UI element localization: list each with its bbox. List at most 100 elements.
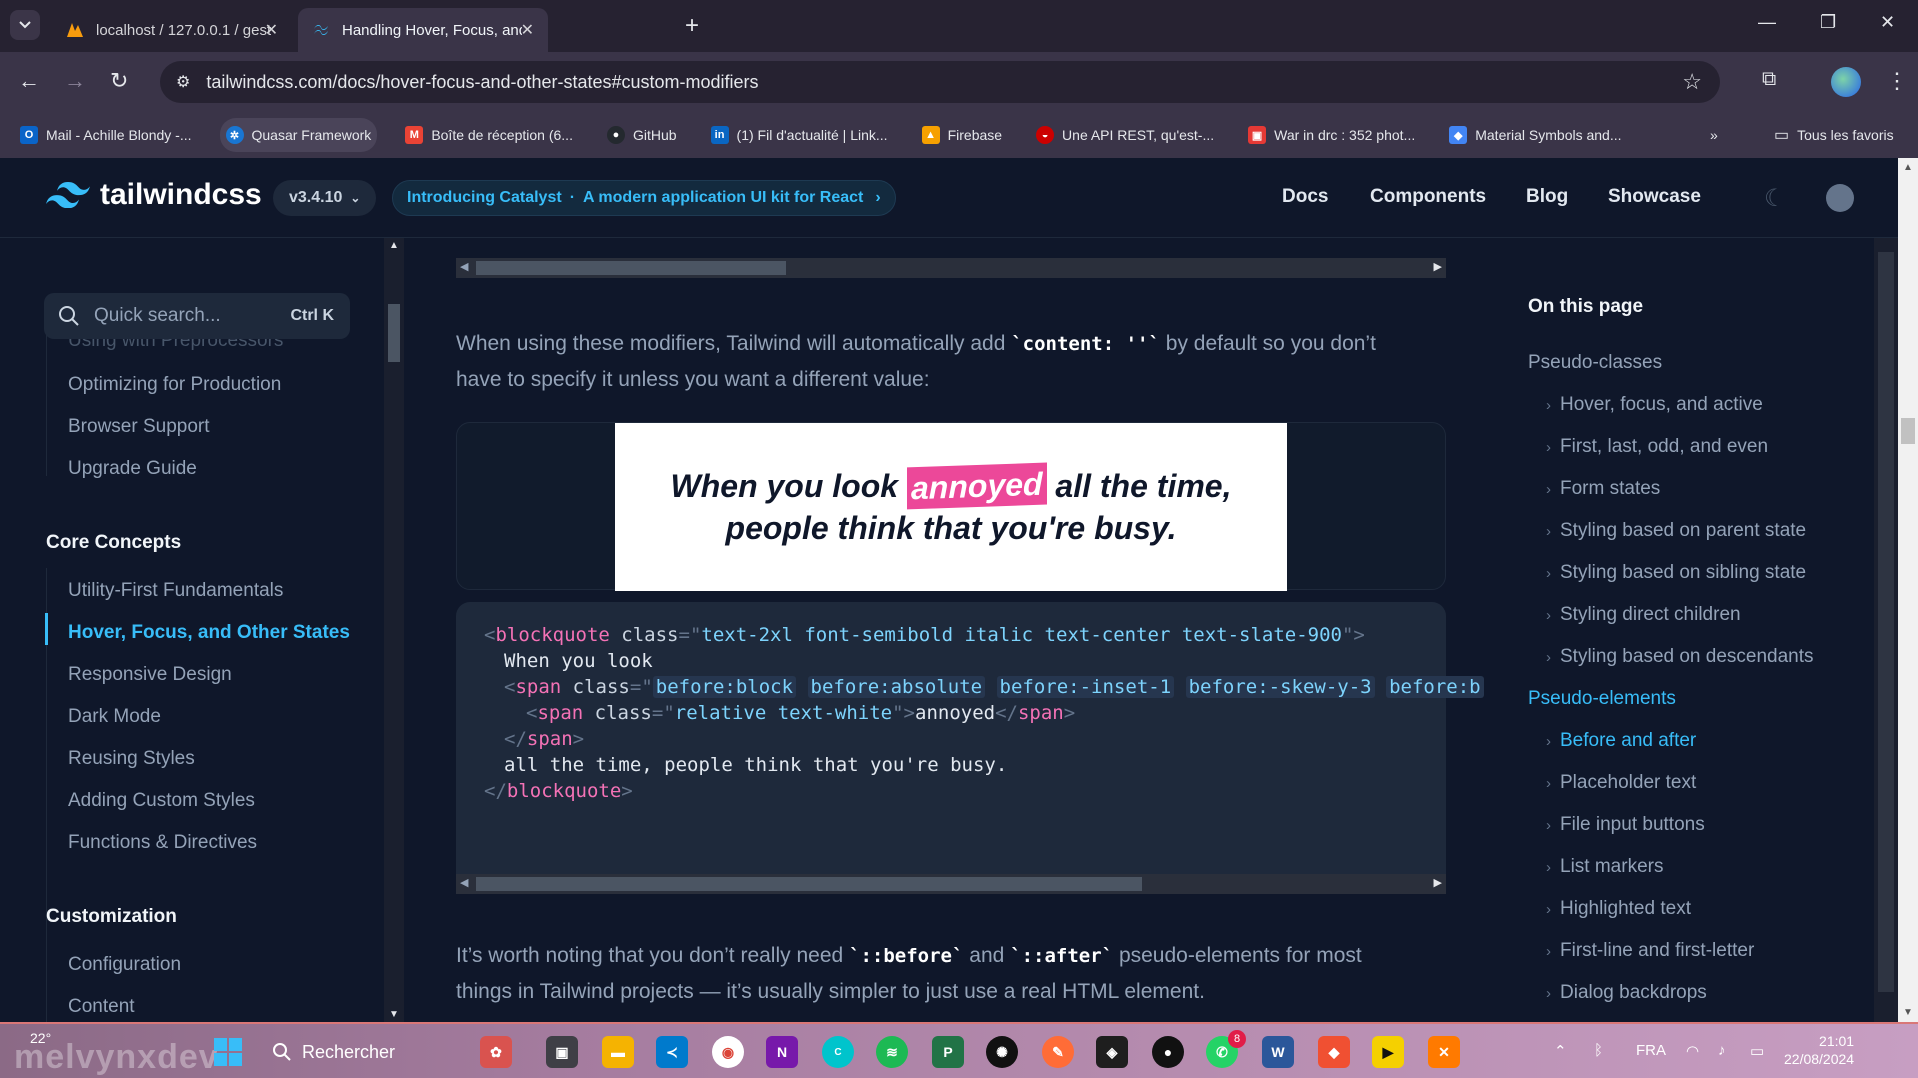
bookmark-github[interactable]: ● GitHub	[601, 118, 683, 152]
scrollbar-thumb[interactable]	[476, 877, 1142, 891]
scroll-left-icon[interactable]: ◀	[460, 260, 468, 273]
nav-docs[interactable]: Docs	[1282, 186, 1328, 208]
task-view-icon[interactable]: ▣	[546, 1036, 578, 1068]
toc-item[interactable]: › Styling direct children	[1546, 604, 1741, 626]
scroll-up-icon[interactable]: ▲	[1903, 162, 1913, 173]
spotify-icon[interactable]: ≋	[876, 1036, 908, 1068]
quick-search-button[interactable]: Quick search... Ctrl K	[44, 293, 350, 339]
toc-item[interactable]: › File input buttons	[1546, 814, 1705, 836]
new-tab-button[interactable]: +	[685, 12, 699, 40]
file-explorer-icon[interactable]: ▬	[602, 1036, 634, 1068]
bookmark-gmail[interactable]: M Boîte de réception (6...	[399, 118, 579, 152]
sidebar-scrollbar[interactable]: ▲ ▼	[384, 238, 404, 1022]
toc-item[interactable]: › Hover, focus, and active	[1546, 394, 1763, 416]
scroll-down-icon[interactable]: ▼	[389, 1009, 399, 1020]
github-icon[interactable]	[1826, 184, 1854, 212]
code-hscrollbar[interactable]: ◀ ▶	[456, 258, 1446, 278]
toc-item[interactable]: › Styling based on sibling state	[1546, 562, 1806, 584]
scroll-left-icon[interactable]: ◀	[460, 876, 468, 889]
forward-arrow-icon[interactable]: →	[64, 68, 86, 94]
star-bookmark-icon[interactable]: ☆	[1682, 69, 1702, 95]
toc-item[interactable]: › Placeholder text	[1546, 772, 1696, 794]
github-desktop-icon[interactable]: ●	[1152, 1036, 1184, 1068]
bluetooth-icon[interactable]: ᛒ	[1594, 1042, 1603, 1059]
scrollbar-thumb[interactable]	[388, 304, 400, 362]
main-scrollbar[interactable]	[1874, 238, 1898, 1022]
scrollbar-thumb[interactable]	[1901, 418, 1915, 444]
nav-blog[interactable]: Blog	[1526, 186, 1568, 208]
sidebar-item-functions[interactable]: Functions & Directives	[68, 832, 257, 854]
system-clock[interactable]: 21:01 22/08/2024	[1784, 1032, 1854, 1068]
site-info-icon[interactable]: ⚙	[176, 72, 190, 92]
restore-button[interactable]: ❐	[1820, 12, 1836, 33]
scroll-right-icon[interactable]: ▶	[1434, 876, 1442, 889]
bookmark-firebase[interactable]: ▲ Firebase	[916, 118, 1008, 152]
scroll-up-icon[interactable]: ▲	[389, 240, 399, 251]
scrollbar-thumb[interactable]	[1878, 252, 1894, 992]
catalyst-promo-link[interactable]: Introducing Catalyst · A modern applicat…	[392, 180, 896, 216]
wifi-icon[interactable]: ◠	[1686, 1042, 1699, 1060]
vscode-icon[interactable]: ≺	[656, 1036, 688, 1068]
sidebar-item-browser-support[interactable]: Browser Support	[68, 416, 210, 438]
sidebar-item-reusing-styles[interactable]: Reusing Styles	[68, 748, 195, 770]
bookmark-material-symbols[interactable]: ◆ Material Symbols and...	[1443, 118, 1627, 152]
close-window-button[interactable]: ✕	[1880, 12, 1895, 33]
vlc-player-icon[interactable]: ▶	[1372, 1036, 1404, 1068]
scroll-down-icon[interactable]: ▼	[1903, 1007, 1913, 1018]
sidebar-item-configuration[interactable]: Configuration	[68, 954, 181, 976]
battery-icon[interactable]: ▭	[1750, 1042, 1764, 1060]
all-bookmarks-folder[interactable]: ▭ Tous les favoris	[1768, 118, 1900, 152]
bookmark-quasar[interactable]: ✲ Quasar Framework	[219, 118, 378, 152]
bookmark-linkedin[interactable]: in (1) Fil d'actualité | Link...	[705, 118, 894, 152]
sidebar-item-utility-first[interactable]: Utility-First Fundamentals	[68, 580, 283, 602]
more-bookmarks-button[interactable]: »	[1704, 118, 1724, 152]
toc-item[interactable]: › Highlighted text	[1546, 898, 1691, 920]
toc-item[interactable]: › First-line and first-letter	[1546, 940, 1754, 962]
close-tab-icon[interactable]: ✕	[265, 20, 278, 40]
word-icon[interactable]: W	[1262, 1036, 1294, 1068]
theme-toggle-icon[interactable]: ☾	[1764, 184, 1786, 213]
extensions-icon[interactable]: ⧉	[1762, 68, 1776, 91]
browser-tab-tailwind[interactable]: Handling Hover, Focus, and Other ✕	[298, 8, 548, 52]
scroll-right-icon[interactable]: ▶	[1434, 260, 1442, 273]
volume-icon[interactable]: ♪	[1718, 1042, 1726, 1059]
close-tab-icon[interactable]: ✕	[521, 20, 534, 40]
page-scrollbar[interactable]: ▲ ▼	[1898, 158, 1918, 1022]
xampp-icon[interactable]: ✕	[1428, 1036, 1460, 1068]
taskbar-search[interactable]: Rechercher	[272, 1036, 395, 1068]
bookmark-war-drc[interactable]: ▣ War in drc : 352 phot...	[1242, 118, 1421, 152]
nav-showcase[interactable]: Showcase	[1608, 186, 1701, 208]
postman-icon[interactable]: ✎	[1042, 1036, 1074, 1068]
toc-section-pseudo-elements[interactable]: Pseudo-elements	[1528, 688, 1676, 710]
chrome-icon[interactable]: ◉	[712, 1036, 744, 1068]
toc-item[interactable]: › Dialog backdrops	[1546, 982, 1707, 1004]
sidebar-item-content[interactable]: Content	[68, 996, 135, 1018]
figma-icon[interactable]: ◈	[1096, 1036, 1128, 1068]
sidebar-item-optimizing[interactable]: Optimizing for Production	[68, 374, 281, 396]
tab-search-button[interactable]	[10, 10, 40, 40]
scrollbar-thumb[interactable]	[476, 261, 786, 275]
weather-widget[interactable]: 22°	[30, 1030, 51, 1046]
back-arrow-icon[interactable]: ←	[18, 68, 40, 94]
tailwind-logo[interactable]: tailwindcss	[46, 178, 262, 212]
profile-avatar[interactable]	[1831, 67, 1861, 97]
sidebar-item-hover-focus[interactable]: Hover, Focus, and Other States	[68, 622, 350, 644]
canva-icon[interactable]: C	[822, 1036, 854, 1068]
version-selector[interactable]: v3.4.10 ⌄	[273, 180, 377, 216]
sidebar-item-upgrade-guide[interactable]: Upgrade Guide	[68, 458, 197, 480]
sidebar-item-dark-mode[interactable]: Dark Mode	[68, 706, 161, 728]
bookmark-outlook[interactable]: O Mail - Achille Blondy -...	[14, 118, 198, 152]
toc-item[interactable]: › Styling based on parent state	[1546, 520, 1806, 542]
toc-item[interactable]: › Form states	[1546, 478, 1660, 500]
project-icon[interactable]: P	[932, 1036, 964, 1068]
toc-item[interactable]: › List markers	[1546, 856, 1663, 878]
language-indicator[interactable]: FRA	[1636, 1042, 1666, 1059]
copilot-icon[interactable]: ✿	[480, 1036, 512, 1068]
toc-item[interactable]: › Styling based on descendants	[1546, 646, 1814, 668]
toc-item-active[interactable]: › Before and after	[1546, 730, 1696, 752]
sidebar-item-responsive[interactable]: Responsive Design	[68, 664, 232, 686]
nav-components[interactable]: Components	[1370, 186, 1486, 208]
bookmark-api-rest[interactable]: ◒ Une API REST, qu'est-...	[1030, 118, 1220, 152]
browser-tab-phpmyadmin[interactable]: localhost / 127.0.0.1 / gestionchar ✕	[52, 8, 292, 52]
toc-section-pseudo-classes[interactable]: Pseudo-classes	[1528, 352, 1662, 374]
